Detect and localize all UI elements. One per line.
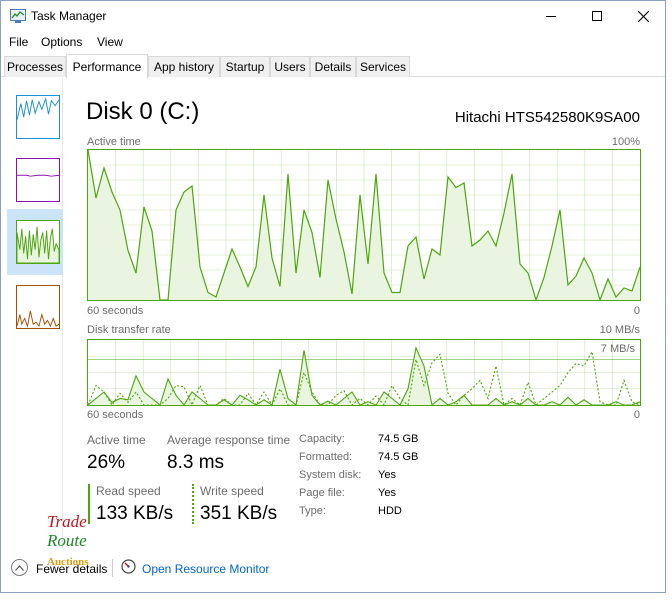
resource-monitor-icon[interactable] (121, 559, 136, 574)
disk-title: Disk 0 (C:) (86, 98, 200, 125)
write-speed-value: 351 KB/s (200, 503, 278, 524)
page-file-label: Page file: (299, 487, 345, 499)
maximize-button[interactable] (574, 1, 620, 31)
resource-list-pane (1, 78, 63, 548)
footer-separator (112, 559, 113, 577)
svg-text:Route: Route (46, 531, 87, 550)
menu-options[interactable]: Options (41, 35, 82, 49)
title-bar[interactable]: Task Manager (1, 1, 665, 31)
ethernet-graph-thumbnail[interactable] (16, 285, 60, 329)
transfer-rate-graph (87, 339, 641, 406)
response-time-value: 8.3 ms (167, 452, 225, 473)
tab-services[interactable]: Services (356, 56, 410, 77)
transfer-rate-min-label: 0 (633, 409, 640, 421)
menu-bar: File Options View (1, 33, 665, 53)
active-time-min-label: 0 (633, 305, 640, 317)
open-resource-monitor-link[interactable]: Open Resource Monitor (142, 562, 269, 576)
task-manager-app-icon (10, 9, 26, 23)
read-speed-label: Read speed (96, 484, 161, 498)
active-time-stat-label: Active time (87, 433, 146, 447)
svg-text:Trade: Trade (47, 512, 87, 531)
formatted-value: 74.5 GB (378, 451, 419, 463)
page-file-value: Yes (378, 487, 396, 499)
memory-graph-thumbnail[interactable] (16, 158, 60, 202)
write-speed-label: Write speed (200, 484, 264, 498)
capacity-value: 74.5 GB (378, 433, 419, 445)
menu-file[interactable]: File (9, 35, 28, 49)
type-label: Type: (299, 505, 326, 517)
disk-model: Hitachi HTS542580K9SA00 (454, 109, 640, 126)
close-icon (637, 10, 649, 22)
active-time-graph-label: Active time (87, 136, 141, 148)
fewer-details-link[interactable]: Fewer details (36, 562, 107, 576)
response-time-label: Average response time (167, 433, 291, 447)
fewer-details-button[interactable] (11, 559, 28, 576)
close-button[interactable] (620, 1, 666, 31)
system-disk-label: System disk: (299, 469, 362, 481)
active-time-max-label: 100% (611, 136, 640, 148)
formatted-label: Formatted: (299, 451, 353, 463)
task-manager-window: Task Manager File Options View Processes… (0, 0, 666, 593)
active-time-stat-value: 26% (87, 452, 126, 473)
cpu-graph-thumbnail[interactable] (16, 95, 60, 139)
tab-users[interactable]: Users (270, 56, 310, 77)
minimize-button[interactable] (528, 1, 574, 31)
transfer-rate-max-label: 10 MB/s (599, 324, 640, 336)
type-value: HDD (378, 505, 402, 517)
transfer-rate-graph-label: Disk transfer rate (87, 324, 171, 336)
active-time-duration-label: 60 seconds (87, 305, 144, 317)
capacity-label: Capacity: (299, 433, 345, 445)
tab-strip: Processes Performance App history Startu… (1, 54, 665, 78)
tab-details[interactable]: Details (310, 56, 356, 77)
chevron-up-icon (15, 564, 24, 571)
window-title: Task Manager (31, 9, 107, 23)
tab-app-history[interactable]: App history (148, 56, 220, 77)
system-disk-value: Yes (378, 469, 396, 481)
tab-startup[interactable]: Startup (220, 56, 270, 77)
footer-bar: Fewer details Open Resource Monitor (1, 556, 665, 581)
transfer-rate-duration-label: 60 seconds (87, 409, 144, 421)
minimize-icon (546, 16, 556, 17)
maximize-icon (592, 11, 602, 21)
transfer-rate-scale-label: 7 MB/s (600, 343, 635, 355)
tab-processes[interactable]: Processes (4, 56, 66, 77)
write-speed-indicator (192, 484, 194, 524)
menu-view[interactable]: View (97, 35, 123, 49)
tab-performance[interactable]: Performance (66, 54, 148, 78)
disk-graph-thumbnail[interactable] (16, 220, 60, 264)
active-time-graph (87, 149, 641, 301)
